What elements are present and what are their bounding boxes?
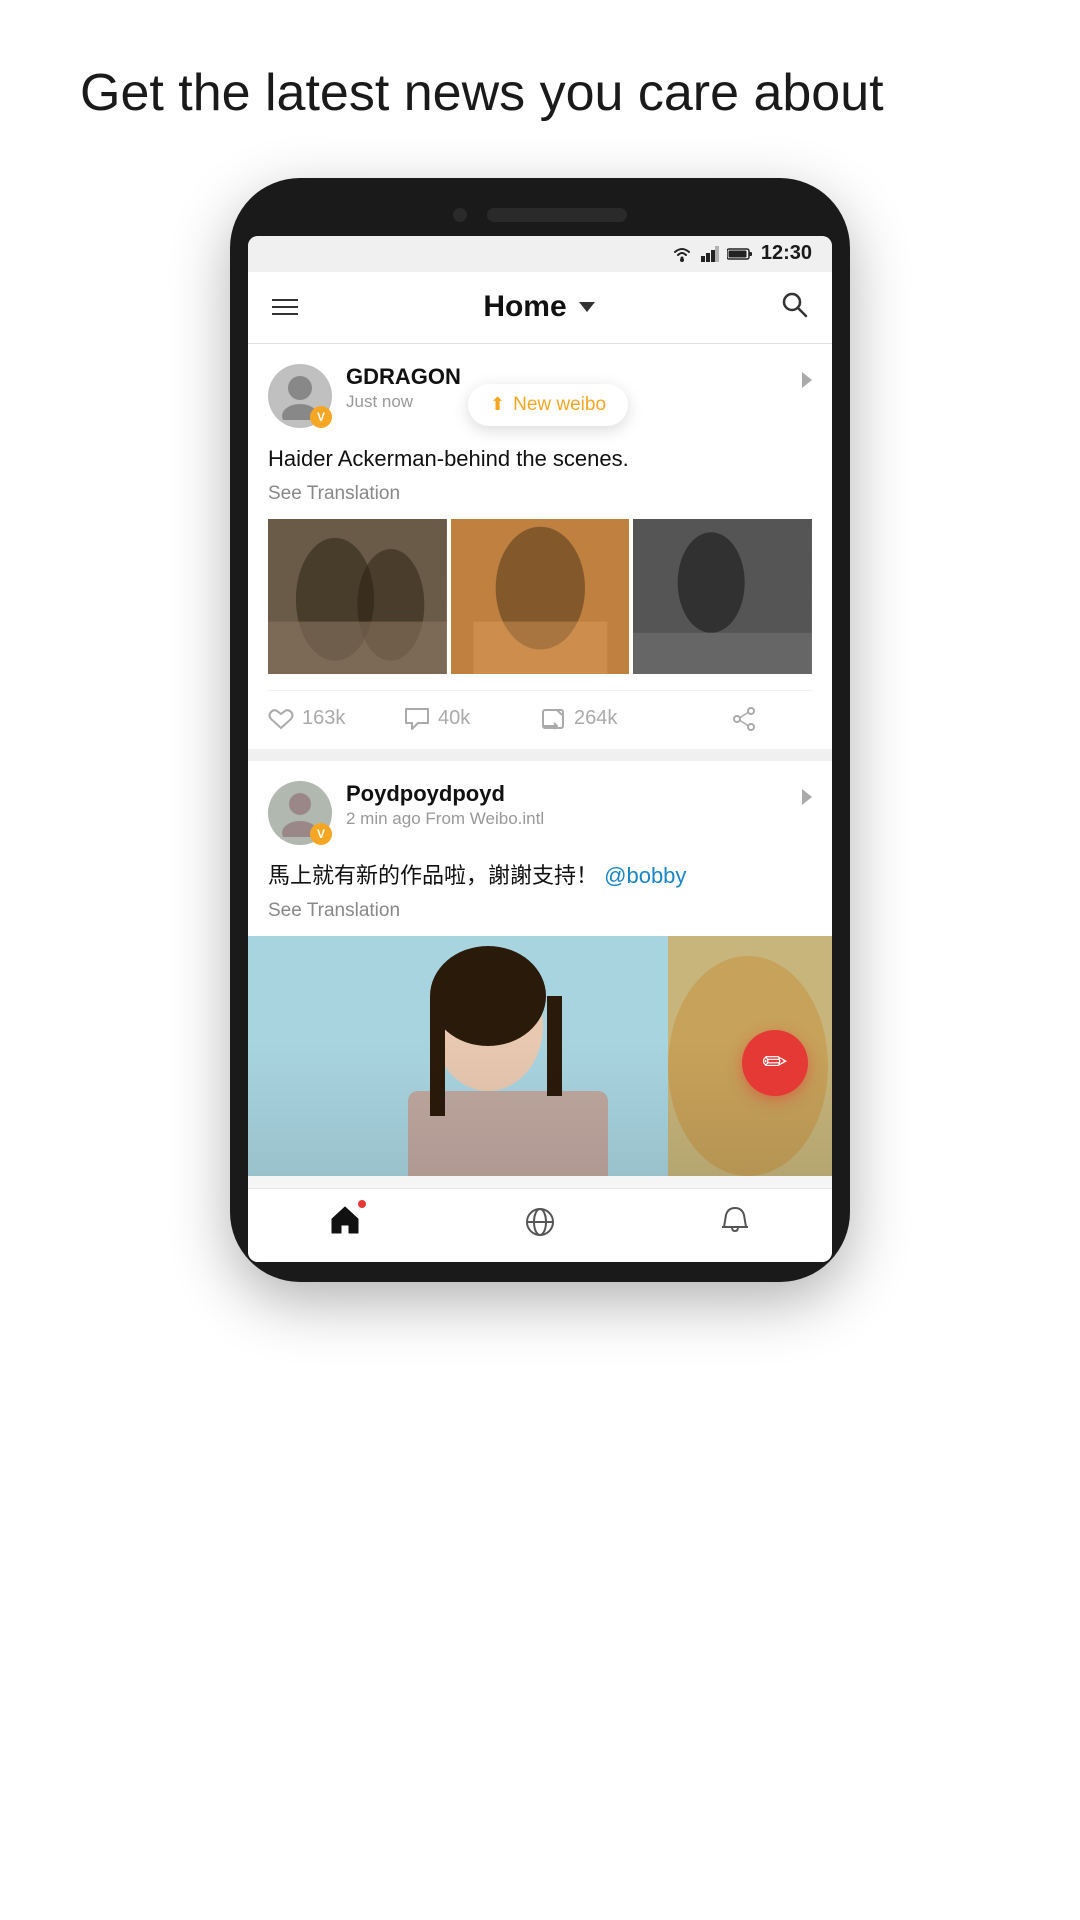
home-icon — [328, 1203, 362, 1237]
header-title[interactable]: Home — [483, 290, 594, 324]
new-weibo-popup[interactable]: ⬆ New weibo — [468, 384, 628, 426]
share-button-1[interactable] — [676, 707, 812, 731]
see-translation-1[interactable]: See Translation — [268, 483, 812, 505]
avatar-wrapper-2: V — [268, 781, 332, 845]
post-image-1a[interactable] — [268, 519, 447, 674]
post-timestamp-2: 2 min ago From Weibo.intl — [346, 809, 802, 829]
explore-icon — [523, 1205, 557, 1239]
post-meta-2: Poydpoydpoyd 2 min ago From Weibo.intl — [346, 781, 802, 829]
post-card-1: V GDRAGON Just now ⬆ New weibo Haider Ac… — [248, 344, 832, 749]
post-header-2: V Poydpoydpoyd 2 min ago From Weibo.intl — [268, 781, 812, 845]
repost-button-1[interactable]: 264k — [540, 707, 676, 731]
new-weibo-arrow-icon: ⬆ — [490, 394, 505, 415]
signal-icon — [701, 246, 719, 262]
share-icon-1 — [731, 707, 757, 731]
post-text-1: Haider Ackerman-behind the scenes. — [268, 442, 812, 475]
feed: V GDRAGON Just now ⬆ New weibo Haider Ac… — [248, 344, 832, 1176]
post-username-2[interactable]: Poydpoydpoyd — [346, 781, 802, 807]
bottom-nav — [248, 1188, 832, 1262]
status-icons: 12:30 — [671, 242, 812, 265]
post-image-1b[interactable] — [451, 519, 630, 674]
comment-icon-1 — [404, 707, 430, 731]
like-count-1: 163k — [302, 707, 345, 730]
earpiece — [487, 208, 627, 222]
repost-count-1: 264k — [574, 707, 617, 730]
like-button-1[interactable]: 163k — [268, 707, 404, 731]
phone-frame: 12:30 Home — [230, 178, 850, 1282]
status-bar: 12:30 — [248, 236, 832, 272]
verified-badge-2: V — [310, 823, 332, 845]
like-icon-1 — [268, 707, 294, 731]
bell-icon — [718, 1205, 752, 1239]
app-header: Home — [248, 272, 832, 344]
post-expand-icon-2[interactable] — [802, 789, 812, 805]
compose-fab[interactable]: ✏ — [742, 1030, 808, 1096]
post-card-2: V Poydpoydpoyd 2 min ago From Weibo.intl… — [248, 761, 832, 1176]
battery-icon — [727, 247, 753, 261]
hamburger-menu[interactable] — [272, 299, 298, 315]
post-image-1c[interactable] — [633, 519, 812, 674]
page-headline: Get the latest news you care about — [0, 0, 1080, 178]
status-time: 12:30 — [761, 242, 812, 265]
nav-home[interactable] — [328, 1203, 362, 1242]
post-expand-icon-1[interactable] — [802, 372, 812, 388]
phone-top-bar — [248, 208, 832, 236]
see-translation-2[interactable]: See Translation — [268, 900, 812, 922]
post-text-2: 馬上就有新的作品啦，謝謝支持！ @bobby — [268, 859, 812, 892]
nav-explore[interactable] — [523, 1205, 557, 1239]
chevron-down-icon — [579, 302, 595, 312]
verified-badge-1: V — [310, 406, 332, 428]
wifi-icon — [671, 246, 693, 262]
post-images-1 — [268, 519, 812, 674]
front-camera — [453, 208, 467, 222]
comment-count-1: 40k — [438, 707, 470, 730]
compose-icon: ✏ — [762, 1045, 787, 1080]
header-title-text: Home — [483, 290, 566, 324]
repost-icon-1 — [540, 707, 566, 731]
home-notification-dot — [358, 1200, 366, 1208]
post-mention[interactable]: @bobby — [604, 863, 686, 888]
nav-notifications[interactable] — [718, 1205, 752, 1239]
search-button[interactable] — [780, 290, 808, 325]
avatar-wrapper-1: V — [268, 364, 332, 428]
new-weibo-text: New weibo — [513, 394, 606, 416]
post-actions-1: 163k 40k — [268, 690, 812, 749]
comment-button-1[interactable]: 40k — [404, 707, 540, 731]
phone-screen: 12:30 Home — [248, 236, 832, 1262]
post-header-1: V GDRAGON Just now ⬆ New weibo — [268, 364, 812, 428]
